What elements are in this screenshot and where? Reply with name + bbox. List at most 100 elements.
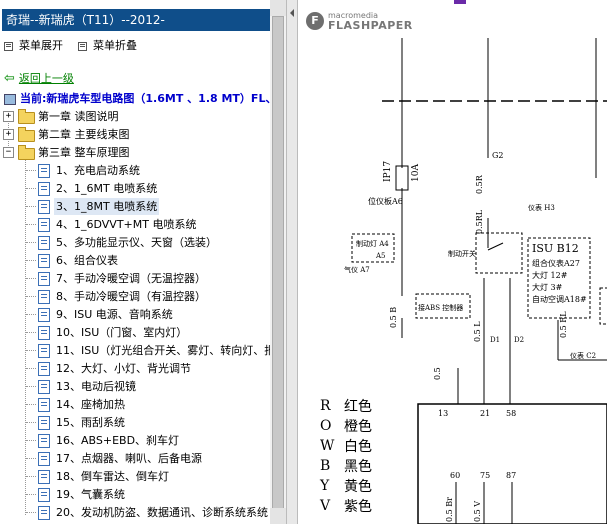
wire-label: 0.5 RL [559, 311, 568, 338]
legend-name: 紫色 [344, 498, 372, 515]
tree-item-label: 3、1_8MT 电喷系统 [54, 198, 160, 215]
tree-scrollbar[interactable] [270, 0, 286, 524]
tree-item[interactable]: 16、ABS+EBD、刹车灯 [0, 432, 268, 449]
wire-label: 0.5 V [473, 501, 482, 522]
tree-item[interactable]: 2、1_6MT 电喷系统 [0, 180, 268, 197]
flashpaper-logo-icon: F [306, 12, 324, 30]
box-label: 接ABS 控制器 [418, 303, 463, 312]
back-link[interactable]: ⇦ 返回上一级 [4, 71, 74, 87]
relay-label: 制动开关 [448, 249, 476, 258]
tree-item[interactable]: 10、ISU（门窗、室内灯） [0, 324, 268, 341]
wire-label: 0.5RL [475, 209, 484, 234]
tree-item[interactable]: 17、点烟器、喇叭、后备电源 [0, 450, 268, 467]
isu-line: 组合仪表A27 [532, 258, 580, 268]
menu-icon [4, 41, 13, 51]
tree-item[interactable]: 6、组合仪表 [0, 252, 268, 269]
tree-item[interactable]: 12、大灯、小灯、背光调节 [0, 360, 268, 377]
tree-item[interactable]: 3、1_8MT 电喷系统 [0, 198, 268, 215]
tree-item-label: 7、手动冷暖空调（无温控器） [56, 272, 206, 285]
tree-chapter[interactable]: − 第三章 整车原理图 [0, 144, 268, 161]
tree-item-label: 2、1_6MT 电喷系统 [56, 182, 158, 195]
tree-item-label: 8、手动冷暖空调（有温控器） [56, 290, 206, 303]
computer-icon [4, 93, 16, 105]
tree-item[interactable]: 15、雨刮系统 [0, 414, 268, 431]
window-title-bar: 奇瑞--新瑞虎（T11）--2012- [2, 9, 282, 31]
tree-chapter[interactable]: + 第二章 主要线束图 [0, 126, 268, 143]
document-icon [38, 434, 50, 448]
tree-item[interactable]: 7、手动冷暖空调（无温控器） [0, 270, 268, 287]
wire-color-legend: R 红色 O 橙色 W 白色 B 黑色 Y 黄色 V 紫色 [319, 398, 372, 515]
tree-item[interactable]: 19、气囊系统 [0, 486, 268, 503]
connector-g2: G2 [492, 151, 503, 160]
tree-line [26, 422, 36, 423]
dash-box [351, 233, 395, 263]
pin-number: 87 [506, 471, 516, 480]
wire-label: 0.5 B [389, 307, 398, 328]
scrollbar-thumb[interactable] [272, 16, 284, 510]
document-icon [38, 236, 50, 250]
tree-item[interactable]: 13、电动后视镜 [0, 378, 268, 395]
tree-item[interactable]: 5、多功能显示仪、天窗（选装） [0, 234, 268, 251]
document-icon [38, 254, 50, 268]
tree-line [26, 368, 36, 369]
legend-code: W [320, 438, 335, 454]
document-icon [38, 488, 50, 502]
brand-big: FLASHPAPER [328, 19, 413, 32]
tree-chapter[interactable]: + 第一章 读图说明 [0, 108, 268, 125]
tree-item-label: 4、1_6DVVT+MT 电喷系统 [56, 218, 197, 231]
legend-code: B [320, 458, 330, 474]
tree-item[interactable]: 20、发动机防盗、数据通讯、诊断系统系统 [0, 504, 268, 521]
tree-line [26, 296, 36, 297]
document-icon [38, 326, 50, 340]
connector-d2: D2 [514, 336, 524, 344]
tree-item[interactable]: 1、充电启动系统 [0, 162, 268, 179]
document-icon [38, 200, 50, 214]
document-icon [38, 164, 50, 178]
switch-contact [487, 242, 504, 251]
expand-toggle-icon[interactable]: + [3, 111, 14, 122]
document-icon [38, 272, 50, 286]
navigation-panel: 奇瑞--新瑞虎（T11）--2012- 菜单展开 菜单折叠 ⇦ 返回上一级 当前:… [0, 0, 286, 524]
current-location: 当前:新瑞虎车型电路图（1.6MT 、1.8 MT）FL、1.6 [4, 91, 286, 107]
collapse-arrow-icon[interactable] [290, 9, 294, 17]
tree-line [26, 278, 36, 279]
tree-item[interactable]: 8、手动冷暖空调（有温控器） [0, 288, 268, 305]
legend-name: 白色 [344, 438, 372, 455]
tree-line [26, 242, 36, 243]
viewer-header: F macromedia FLASHPAPER [298, 0, 607, 38]
c2-label: 仪表 C2 [570, 351, 596, 360]
legend-name: 黑色 [344, 458, 372, 475]
connector-d1: D1 [490, 336, 500, 344]
tree-item[interactable]: 9、ISU 电源、音响系统 [0, 306, 268, 323]
fuse-symbol [395, 165, 409, 191]
scroll-up-button[interactable] [270, 0, 286, 16]
pin-number: 21 [480, 409, 490, 418]
expand-toggle-icon[interactable]: + [3, 129, 14, 140]
tree-item-label: 15、雨刮系统 [56, 416, 125, 429]
legend-code: O [320, 418, 331, 434]
tree-item[interactable]: 14、座椅加热 [0, 396, 268, 413]
legend-code: Y [319, 478, 330, 494]
panel-splitter[interactable] [286, 0, 298, 524]
tree-item-label: 17、点烟器、喇叭、后备电源 [56, 452, 202, 465]
collapse-menu-button[interactable]: 菜单折叠 [78, 38, 137, 54]
isu-line: 大灯 3# [532, 282, 563, 292]
tree-line [26, 224, 36, 225]
collapse-toggle-icon[interactable]: − [3, 147, 14, 158]
tree-line [26, 476, 36, 477]
expand-menu-button[interactable]: 菜单展开 [4, 38, 63, 54]
folder-icon [18, 145, 35, 160]
scroll-down-button[interactable] [270, 508, 286, 524]
isu-title: ISU B12 [532, 242, 579, 255]
tree-item[interactable]: 11、ISU（灯光组合开关、雾灯、转向灯、报警） [0, 342, 286, 359]
toolbar-accent [454, 0, 466, 4]
wire-label: 0.5R [475, 174, 484, 194]
tree-item[interactable]: 4、1_6DVVT+MT 电喷系统 [0, 216, 268, 233]
document-icon [38, 344, 50, 358]
tree-line [26, 314, 36, 315]
document-icon [38, 308, 50, 322]
tree-item-label: 18、倒车雷达、倒车灯 [56, 470, 169, 483]
tree-line [26, 404, 36, 405]
tree-item[interactable]: 18、倒车雷达、倒车灯 [0, 468, 268, 485]
tree-line [26, 170, 36, 171]
